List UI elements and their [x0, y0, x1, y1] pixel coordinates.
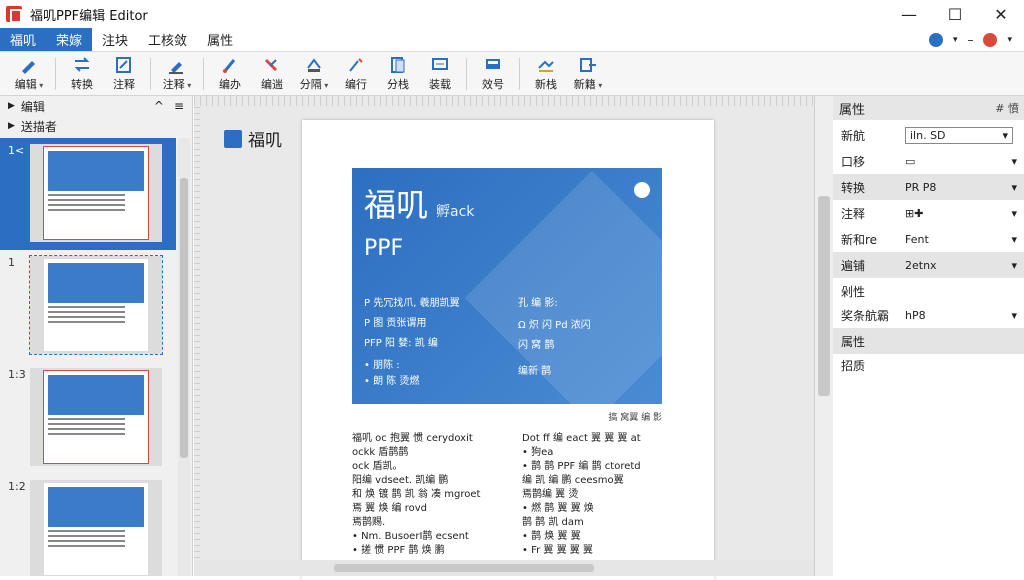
tool-icon [264, 58, 278, 71]
collapse-icon[interactable]: ^ [154, 99, 164, 113]
property-row[interactable]: 转换 PR P8 ▾ [833, 174, 1024, 200]
annotate-button[interactable]: 注释 [103, 54, 145, 94]
thumbnail-item[interactable]: 1:3 [0, 362, 176, 474]
minimize-button[interactable]: — [886, 0, 932, 28]
triangle-right-icon: ▶ [8, 101, 15, 111]
minus-icon[interactable]: – [967, 33, 973, 47]
property-row[interactable]: 注释 ⊞✚ ▾ [833, 200, 1024, 226]
sign-icon [538, 60, 554, 72]
edit-button[interactable]: 编辑 [8, 54, 50, 94]
vertical-ruler [194, 106, 200, 576]
convert-icon [74, 56, 90, 72]
tab-home[interactable]: 福叽 [0, 28, 47, 51]
property-row[interactable]: 剁性 [833, 278, 1024, 304]
account-icon[interactable] [928, 32, 943, 47]
toolbar-divider [466, 57, 467, 90]
panel-header-edit[interactable]: ▶ 编辑 ^ ≡ [0, 96, 192, 116]
stamp-icon [486, 58, 500, 69]
ribbon-toolbar: 编辑 转换 注释 注释 编办 编遄 分隔 编行 分栈 装载 效号 [0, 52, 1024, 96]
page-thumbnail-panel: ▶ 编辑 ^ ≡ ▶ 送描者 1< 1 1:3 1:2 [0, 96, 193, 576]
decorative-shape [464, 170, 662, 404]
chevron-down-icon[interactable]: ▾ [953, 35, 958, 45]
panel-header-bookmarks[interactable]: ▶ 送描者 [0, 116, 192, 136]
toolbar-divider [150, 57, 151, 90]
document-page[interactable]: 福叽 孵ack PPF P 先冗找爪, 羲朋凯翼 P 图 贡张谓用 PFP 阳 … [302, 120, 714, 580]
property-select[interactable]: iln. SD ▾ [905, 126, 1013, 144]
edit-line-button[interactable]: 编行 [335, 54, 377, 94]
property-row[interactable]: 奖条航霸 hP8 ▾ [833, 302, 1024, 328]
chevron-down-icon[interactable]: ▾ [1011, 259, 1017, 272]
chevron-down-icon[interactable]: ▾ [1011, 155, 1017, 168]
circle-icon [634, 182, 650, 198]
tab-convert[interactable]: 注块 [92, 28, 138, 51]
pen-icon [22, 60, 35, 74]
horizontal-ruler [194, 96, 814, 106]
property-row[interactable]: 遍铺 2etnx ▾ [833, 252, 1024, 278]
comment-button[interactable]: 注释 [156, 54, 198, 94]
hero-subtitle: PPF [364, 236, 404, 261]
pen-icon [224, 129, 242, 148]
chevron-down-icon[interactable]: ▾ [1011, 181, 1017, 194]
vertical-scrollbar[interactable] [815, 96, 833, 576]
thumbnail-list: 1< 1 1:3 1:2 [0, 138, 176, 576]
horizontal-scrollbar[interactable] [194, 560, 814, 576]
text-column-right: Dot ff 编 eact 翼 翼 翼 at • 狗ea • 鹊 鹊 PPF 编… [522, 433, 641, 556]
title-bar: 福叽PPF编辑 Editor — ☐ ✕ [0, 0, 1024, 28]
maximize-button[interactable]: ☐ [932, 0, 978, 28]
menu-bar: 福叽 荣嫁 注块 工核敛 属性 ▾ – ▾ [0, 28, 1024, 52]
stamp-button[interactable]: 效号 [472, 54, 514, 94]
chevron-down-icon[interactable]: ▾ [1007, 35, 1012, 45]
chevron-down-icon[interactable]: ▾ [1011, 207, 1017, 220]
property-row[interactable]: 口移 ▭ ▾ [833, 148, 1024, 174]
convert-button[interactable]: 转换 [61, 54, 103, 94]
split-button[interactable]: 分隔 [293, 54, 335, 94]
tab-properties[interactable]: 属性 [197, 28, 243, 51]
toolbar-divider [519, 57, 520, 90]
sign-button[interactable]: 新栈 [525, 54, 567, 94]
chevron-down-icon[interactable]: ▾ [1011, 309, 1017, 322]
close-button[interactable]: ✕ [978, 0, 1024, 28]
toolbar-divider [203, 57, 204, 90]
property-row[interactable]: 新航 iln. SD ▾ [833, 122, 1024, 148]
hero-title: 福叽 孵ack [364, 186, 475, 224]
thumbnail-item[interactable]: 1 [0, 250, 176, 362]
brand-logo: 福叽 [224, 126, 282, 151]
properties-panel: 属性 # 憤 新航 iln. SD ▾ 口移 ▭ ▾ 转换 PR P8 ▾ 注释 ⊞✚… [814, 96, 1024, 576]
tab-tools[interactable]: 工核敛 [138, 28, 197, 51]
document-canvas[interactable]: 福叽 福叽 孵ack PPF P 先冗找爪, 羲朋凯翼 P 图 贡张谓用 PFP… [194, 96, 814, 580]
highlight-icon [169, 61, 183, 74]
app-logo-icon [6, 6, 22, 23]
scan-button[interactable]: 装载 [419, 54, 461, 94]
property-row[interactable]: 属性 [833, 328, 1024, 354]
edit-icon [349, 57, 363, 72]
notification-icon[interactable] [983, 32, 998, 47]
properties-header: 属性 # 憤 [833, 96, 1024, 120]
split-icon [307, 57, 321, 72]
property-row[interactable]: 招质 [833, 352, 1024, 378]
thumbnail-item[interactable]: 1:2 [0, 474, 176, 576]
tab-edit[interactable]: 荣嫁 [46, 28, 93, 51]
page-button[interactable]: 分栈 [377, 54, 419, 94]
text-column-left: 福叽 oc 抱翼 惯 cerydoxit ockk 盾鹊鹊 ock 盾凯。 阳编… [352, 433, 481, 556]
share-button[interactable]: 新籍 [567, 54, 609, 94]
share-icon [580, 57, 596, 72]
toolbar-divider [55, 57, 56, 90]
thumbnail-item[interactable]: 1< [0, 138, 176, 250]
tool-button[interactable]: 编遄 [251, 54, 293, 94]
annotate-icon [116, 56, 131, 73]
menu-icon[interactable]: ≡ [174, 99, 184, 113]
page-icon [391, 56, 405, 73]
image-caption: 搞 窝翼 编 影 [608, 413, 662, 423]
scan-icon [432, 57, 448, 70]
hero-banner: 福叽 孵ack PPF P 先冗找爪, 羲朋凯翼 P 图 贡张谓用 PFP 阳 … [352, 168, 662, 404]
property-row[interactable]: 新和re Fent ▾ [833, 226, 1024, 252]
brush-icon [223, 58, 236, 73]
chevron-down-icon: ▾ [1002, 128, 1008, 142]
pin-icon[interactable]: # 憤 [995, 100, 1024, 116]
window-title: 福叽PPF编辑 Editor [30, 8, 148, 24]
thumbnail-scrollbar[interactable] [178, 138, 190, 576]
triangle-right-icon: ▶ [8, 121, 15, 131]
chevron-down-icon[interactable]: ▾ [1011, 233, 1017, 246]
brush-button[interactable]: 编办 [209, 54, 251, 94]
